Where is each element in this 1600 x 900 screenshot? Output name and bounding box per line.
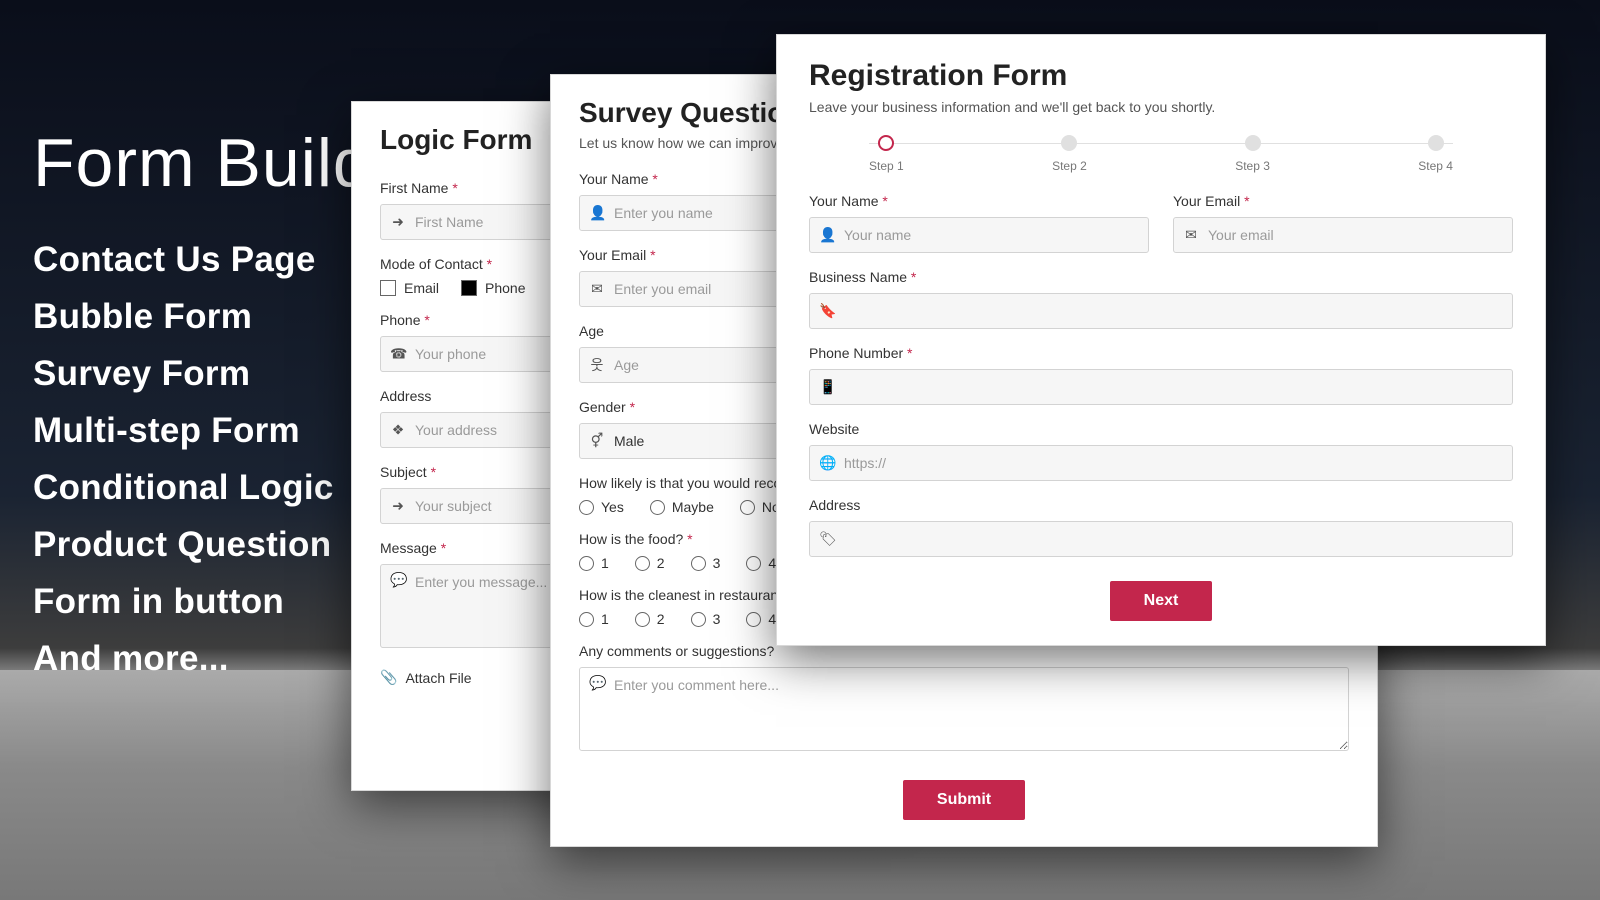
- user-icon: 👤: [819, 227, 835, 244]
- website-label: Website: [809, 421, 1513, 437]
- step-2[interactable]: Step 2: [1052, 135, 1087, 173]
- mode-phone-checkbox[interactable]: Phone: [461, 280, 525, 296]
- reg-phone-label: Phone Number: [809, 345, 1513, 361]
- clean-3-radio[interactable]: 3: [691, 611, 721, 627]
- comments-textarea[interactable]: [579, 667, 1349, 751]
- mail-icon: ✉: [1183, 227, 1199, 244]
- step-3[interactable]: Step 3: [1235, 135, 1270, 173]
- recommend-yes-radio[interactable]: Yes: [579, 499, 624, 515]
- business-label: Business Name: [809, 269, 1513, 285]
- reg-subtitle: Leave your business information and we'l…: [809, 99, 1513, 115]
- food-3-radio[interactable]: 3: [691, 555, 721, 571]
- gender-icon: ⚥: [589, 433, 605, 450]
- clean-4-radio[interactable]: 4: [746, 611, 776, 627]
- food-4-radio[interactable]: 4: [746, 555, 776, 571]
- website-input[interactable]: [809, 445, 1513, 481]
- reg-address-label: Address: [809, 497, 1513, 513]
- reg-address-input[interactable]: [809, 521, 1513, 557]
- registration-form-card: Registration Form Leave your business in…: [776, 34, 1546, 646]
- recommend-no-radio[interactable]: No: [740, 499, 780, 515]
- reg-phone-input[interactable]: [809, 369, 1513, 405]
- person-icon: 웃: [589, 355, 605, 375]
- paperclip-icon: 📎: [380, 669, 397, 686]
- mode-email-checkbox[interactable]: Email: [380, 280, 439, 296]
- bookmark-icon: 🔖: [819, 303, 835, 320]
- step-1[interactable]: Step 1: [869, 135, 904, 173]
- step-4[interactable]: Step 4: [1418, 135, 1453, 173]
- arrow-right-icon: ➜: [390, 214, 406, 231]
- recommend-maybe-radio[interactable]: Maybe: [650, 499, 714, 515]
- address-card-icon: 🏷: [819, 531, 835, 548]
- clean-1-radio[interactable]: 1: [579, 611, 609, 627]
- step-indicator: Step 1 Step 2 Step 3 Step 4: [869, 135, 1453, 173]
- user-icon: 👤: [589, 205, 605, 222]
- food-2-radio[interactable]: 2: [635, 555, 665, 571]
- reg-email-label: Your Email: [1173, 193, 1513, 209]
- reg-name-label: Your Name: [809, 193, 1149, 209]
- clean-2-radio[interactable]: 2: [635, 611, 665, 627]
- reg-title: Registration Form: [809, 59, 1513, 93]
- reg-name-input[interactable]: [809, 217, 1149, 253]
- business-input[interactable]: [809, 293, 1513, 329]
- globe-icon: 🌐: [819, 455, 835, 472]
- reg-email-input[interactable]: [1173, 217, 1513, 253]
- map-icon: ❖: [390, 422, 406, 439]
- next-button[interactable]: Next: [1110, 581, 1213, 621]
- arrow-right-icon: ➜: [390, 498, 406, 515]
- submit-button[interactable]: Submit: [903, 780, 1025, 820]
- mobile-icon: 📱: [819, 379, 835, 396]
- chat-icon: 💬: [589, 675, 605, 692]
- food-1-radio[interactable]: 1: [579, 555, 609, 571]
- chat-icon: 💬: [390, 572, 406, 589]
- mail-icon: ✉: [589, 281, 605, 298]
- phone-icon: ☎: [390, 346, 406, 363]
